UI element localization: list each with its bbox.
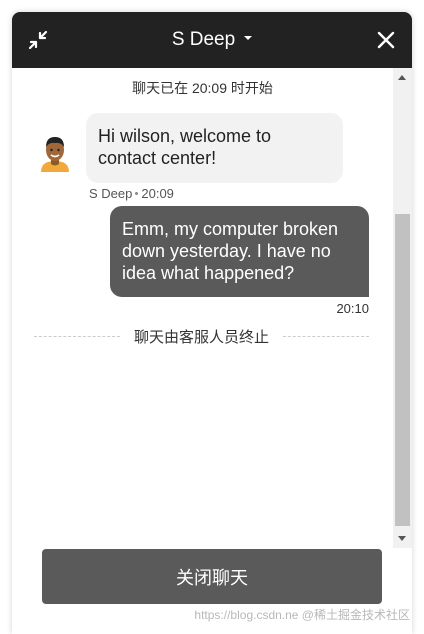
chat-messages-area: 聊天已在 20:09 时开始 Hi wilson, welcome to con… (12, 68, 393, 548)
scrollbar-thumb[interactable] (395, 214, 410, 526)
agent-avatar (37, 134, 73, 172)
header-title: S Deep (171, 29, 236, 50)
chat-header: S Deep (12, 12, 412, 68)
chat-ended-text: 聊天由客服人员终止 (134, 329, 270, 346)
watermark: https://blog.csdn.ne @稀土掘金技术社区 (194, 608, 410, 622)
agent-message-bubble: Hi wilson, welcome to contact center! (86, 113, 343, 183)
divider-line-right (283, 336, 370, 337)
agent-avatar-icon (41, 137, 69, 172)
user-message-bubble: Emm, my computer broken down yesterday. … (110, 206, 369, 297)
agent-message-meta: S Deep 20:09 (89, 186, 174, 201)
chat-window: S Deep 聊天已在 20:09 时开始 Hi wilson, welcome… (12, 12, 412, 634)
close-button[interactable] (374, 28, 398, 52)
minimize-arrows-icon (28, 30, 48, 50)
chat-started-notice: 聊天已在 20:09 时开始 (132, 80, 273, 96)
agent-meta-time: 20:09 (141, 186, 174, 201)
separator-dot (135, 191, 139, 195)
agent-name-dropdown[interactable]: S Deep (171, 29, 253, 51)
divider-line-left (34, 336, 120, 337)
user-message-time: 20:10 (336, 301, 369, 316)
chat-ended-notice: 聊天由客服人员终止 (34, 326, 370, 347)
close-icon (377, 31, 395, 49)
chat-scrollbar[interactable] (393, 68, 412, 548)
agent-meta-name: S Deep (89, 186, 133, 201)
scroll-down-arrow-icon[interactable] (398, 536, 406, 541)
minimize-button[interactable] (26, 28, 50, 52)
close-chat-button[interactable]: 关闭聊天 (42, 549, 382, 604)
caret-down-icon (244, 36, 253, 40)
scroll-up-arrow-icon[interactable] (398, 75, 406, 80)
